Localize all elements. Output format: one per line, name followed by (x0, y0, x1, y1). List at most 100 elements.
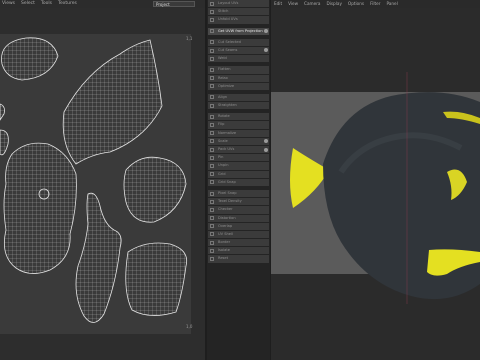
tool-icon (210, 207, 214, 212)
tool-label: Overlap (218, 223, 233, 228)
tool-label: Flatten (218, 67, 231, 72)
tool-item[interactable]: Flatten (208, 66, 269, 74)
viewport-render-area[interactable] (271, 72, 480, 304)
tool-item[interactable]: Normalize (208, 129, 269, 137)
vp-menu-display[interactable]: Display (326, 0, 341, 8)
tool-icon (210, 180, 214, 185)
tool-icon (210, 40, 214, 45)
tool-icon (210, 67, 214, 72)
tool-item[interactable]: Isolate (208, 247, 269, 255)
tool-icon (210, 48, 214, 53)
info-icon[interactable] (264, 139, 268, 144)
tool-label: Stitch (218, 9, 229, 14)
tool-icon (210, 1, 214, 6)
tool-label: Pack UVs (218, 147, 235, 151)
tool-label: Pixel Snap (218, 190, 237, 195)
tool-item[interactable]: Pin (208, 154, 269, 162)
tool-icon (210, 29, 214, 34)
uv-tools-panel: Layout UVs Stitch Unfold UVs Get UVW fro… (207, 0, 270, 360)
vp-menu-options[interactable]: Options (348, 0, 364, 8)
menu-textures[interactable]: Textures (58, 0, 77, 8)
tool-item[interactable]: Reset (208, 255, 269, 263)
project-dropdown-value: Project (156, 2, 170, 7)
tool-icon (210, 163, 214, 168)
tool-item[interactable]: Cut Seams (208, 46, 269, 55)
tool-icon (210, 216, 214, 221)
tool-icon (210, 147, 214, 152)
info-icon[interactable] (264, 29, 268, 34)
tool-item[interactable]: Texel Density (208, 198, 269, 206)
tool-item[interactable]: Scale (208, 137, 269, 145)
tool-icon (210, 232, 214, 237)
tool-icon (210, 17, 214, 22)
tool-icon (210, 172, 214, 177)
3d-viewport[interactable]: Edit View Camera Display Options Filter … (271, 0, 480, 360)
tool-item[interactable]: Weld (208, 55, 269, 63)
tool-item[interactable]: Unpin (208, 162, 269, 170)
tool-icon (210, 131, 214, 136)
menu-select[interactable]: Select (21, 0, 35, 8)
uv-editor-canvas[interactable]: 1,1 1,0 (0, 8, 205, 360)
tool-label: Grid Snap (218, 179, 236, 184)
tool-label: Cut Selected (218, 39, 241, 44)
tool-icon (210, 123, 214, 128)
tool-label: Pin (218, 155, 224, 160)
tool-item[interactable]: Grid (208, 170, 269, 178)
tool-icon (210, 84, 214, 89)
tool-item[interactable]: Rotate (208, 113, 269, 121)
tool-item[interactable]: Overlap (208, 222, 269, 230)
tool-label: Reset (218, 256, 229, 261)
uv-shell-oval (1, 37, 59, 81)
viewport-menubar: Edit View Camera Display Options Filter … (271, 0, 480, 8)
project-dropdown[interactable]: Project (153, 1, 195, 7)
tool-label: Weld (218, 56, 227, 61)
tool-icon (210, 114, 214, 119)
tool-item[interactable]: Unfold UVs (208, 16, 269, 24)
tool-icon (210, 95, 214, 100)
vp-menu-camera[interactable]: Camera (304, 0, 320, 8)
menu-tools[interactable]: Tools (41, 0, 52, 8)
tool-item-get-uvw[interactable]: Get UVW from Projection (208, 27, 269, 35)
tool-item[interactable]: Grid Snap (208, 178, 269, 186)
tool-item[interactable]: Checker (208, 206, 269, 214)
tool-icon (210, 103, 214, 108)
fish-model (290, 72, 480, 304)
info-icon[interactable] (264, 48, 268, 53)
tool-label: Normalize (218, 130, 237, 135)
vp-menu-panel[interactable]: Panel (386, 0, 397, 8)
uv-shell-large (62, 39, 163, 165)
tool-item[interactable]: Pixel Snap (208, 189, 269, 198)
uv-shell-body (3, 142, 77, 274)
tool-item[interactable]: Relax (208, 74, 269, 82)
tool-icon (210, 248, 214, 253)
tool-label: Layout UVs (218, 1, 239, 5)
tool-label: Isolate (218, 248, 230, 253)
tool-item[interactable]: Straighten (208, 102, 269, 110)
tool-item[interactable]: Stitch (208, 8, 269, 16)
tool-icon (210, 224, 214, 229)
tool-icon (210, 191, 214, 196)
tool-item[interactable]: Distortion (208, 214, 269, 222)
tool-label: Get UVW from Projection (218, 28, 263, 33)
uv-bottom-margin (0, 334, 205, 360)
vp-menu-edit[interactable]: Edit (274, 0, 282, 8)
tool-label: Distortion (218, 215, 236, 220)
tool-item[interactable]: Align (208, 93, 269, 102)
tool-item[interactable]: Flip (208, 121, 269, 129)
tool-item[interactable]: Optimize (208, 82, 269, 90)
vp-menu-view[interactable]: View (288, 0, 298, 8)
tool-item[interactable]: Layout UVs (208, 0, 269, 8)
tool-item[interactable]: Cut Selected (208, 38, 269, 46)
tool-label: Border (218, 240, 231, 245)
tool-label: Checker (218, 207, 233, 212)
tool-label: Texel Density (218, 199, 242, 204)
tool-label: Flip (218, 122, 225, 127)
uv-shell-bottom-right (125, 242, 188, 316)
info-icon[interactable] (264, 147, 268, 152)
menu-views[interactable]: Views (2, 0, 15, 8)
uv-top-margin (0, 8, 205, 34)
tool-item[interactable]: UV Shell (208, 230, 269, 239)
tool-item[interactable]: Pack UVs (208, 146, 269, 154)
vp-menu-filter[interactable]: Filter (370, 0, 380, 8)
tool-item[interactable]: Border (208, 239, 269, 247)
